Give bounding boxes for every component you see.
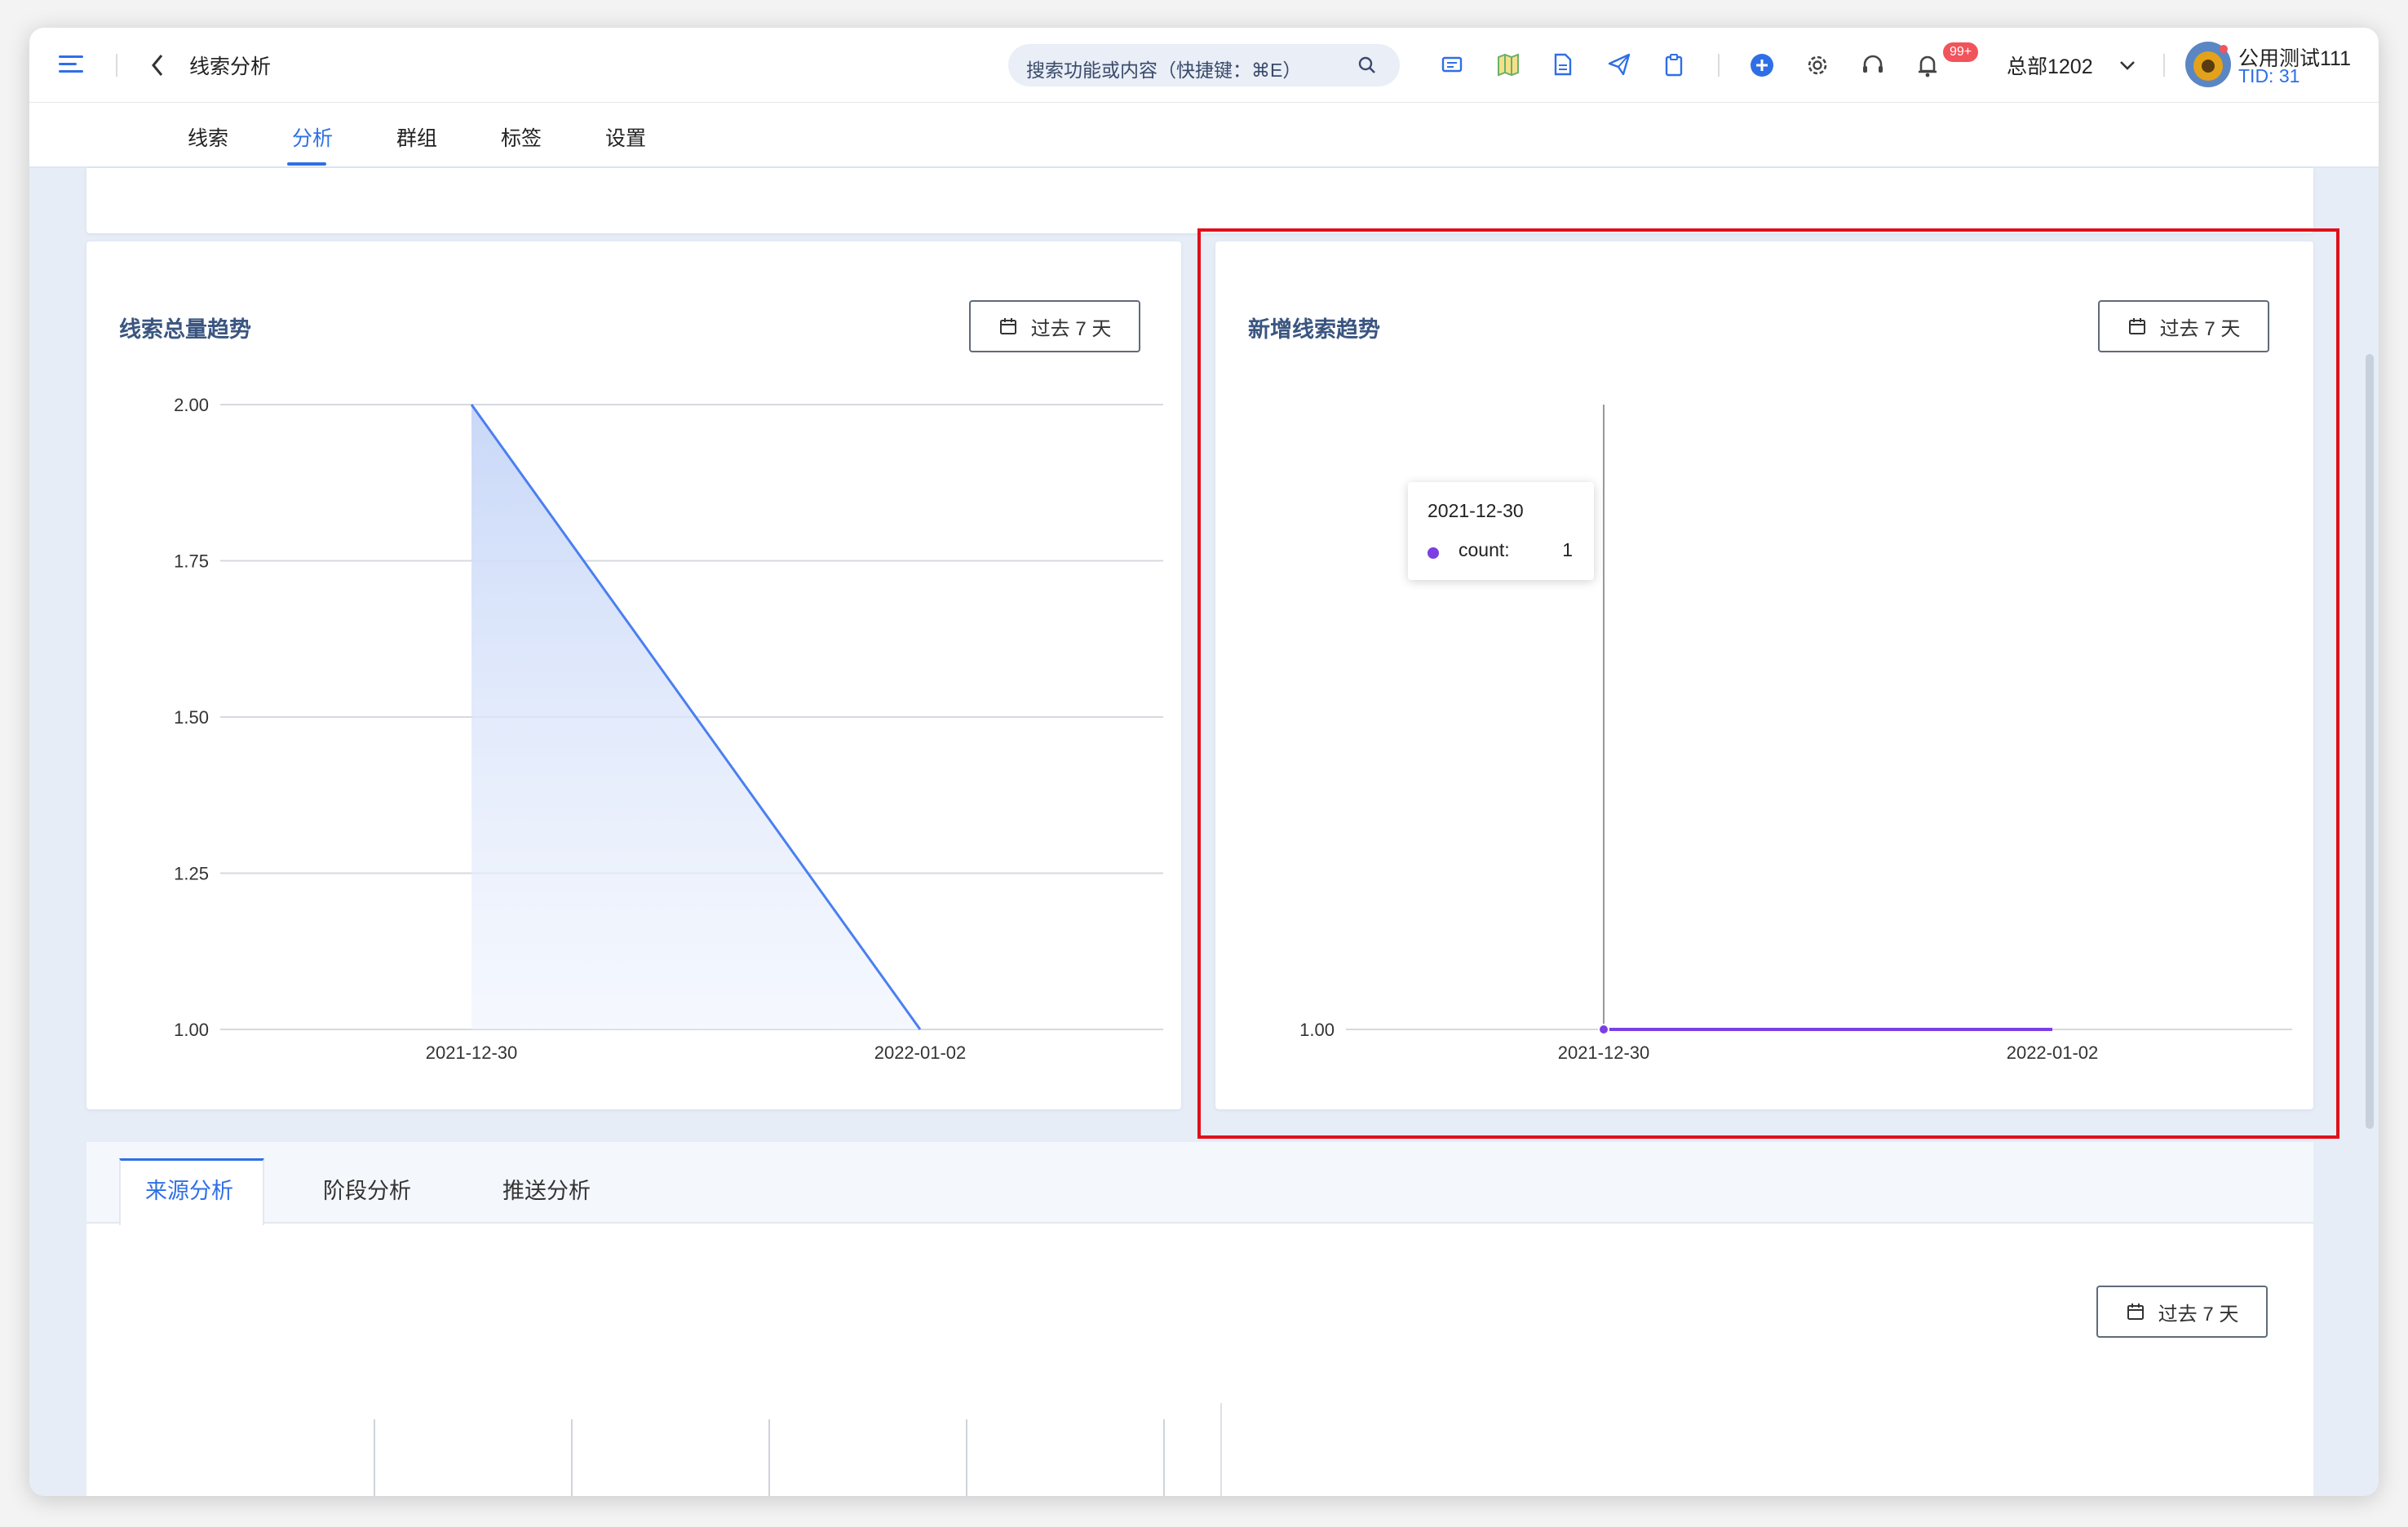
analysis-panel: 来源分析 阶段分析 推送分析 过去 7 天 — [86, 1142, 2313, 1496]
y-tick-label: 1.50 — [174, 707, 209, 728]
gear-icon[interactable] — [1804, 52, 1830, 78]
chart-gridline — [768, 1419, 770, 1496]
back-icon[interactable] — [148, 52, 166, 78]
active-tab-indicator — [287, 162, 326, 166]
x-tick-label: 2021-12-30 — [426, 1042, 518, 1063]
tabs-bar — [29, 103, 2379, 168]
clipboard-icon[interactable] — [1662, 52, 1685, 77]
chart-gridline — [966, 1419, 967, 1496]
headset-icon[interactable] — [1860, 52, 1886, 78]
tab-stage-analysis[interactable]: 阶段分析 — [323, 1173, 411, 1205]
send-icon[interactable] — [1607, 52, 1631, 77]
add-icon[interactable] — [1749, 52, 1775, 78]
chart-gridline — [1163, 1419, 1165, 1496]
search-icon — [1358, 56, 1375, 73]
analysis-tabs — [86, 1142, 2313, 1224]
chevron-down-icon[interactable] — [2118, 55, 2137, 75]
top-bar: 线索分析 搜索功能或内容（快捷键：⌘E） 99+ 总部1202 公用测试111 … — [29, 28, 2379, 103]
date-range-button[interactable]: 过去 7 天 — [2096, 1286, 2268, 1338]
map-icon[interactable] — [1496, 52, 1520, 77]
avatar[interactable] — [2184, 41, 2232, 88]
message-icon[interactable] — [1441, 54, 1463, 77]
tab-tags[interactable]: 标签 — [501, 122, 542, 152]
calendar-icon — [2127, 1303, 2144, 1320]
tab-analysis[interactable]: 分析 — [292, 122, 333, 152]
divider — [116, 54, 117, 77]
menu-icon[interactable] — [59, 54, 83, 75]
user-tid: TID: 31 — [2238, 65, 2300, 86]
org-selector[interactable]: 总部1202 — [2007, 51, 2093, 80]
tab-push-analysis[interactable]: 推送分析 — [502, 1173, 591, 1205]
bell-icon[interactable] — [1915, 52, 1940, 78]
highlight-box — [1197, 228, 2339, 1139]
search-input[interactable]: 搜索功能或内容（快捷键：⌘E） — [1008, 44, 1400, 86]
y-tick-label: 2.00 — [174, 395, 209, 415]
total-trend-chart: 1.00 1.25 1.50 1.75 2.00 2021-12-30 2022-01-02 — [174, 395, 1163, 1063]
tab-settings[interactable]: 设置 — [605, 122, 646, 152]
divider — [2163, 54, 2165, 77]
summary-card — [86, 168, 2313, 233]
divider — [1718, 54, 1720, 77]
scrollbar[interactable] — [2366, 354, 2374, 1129]
notification-badge: 99+ — [1943, 42, 1979, 62]
chart-divider — [1220, 1403, 1222, 1496]
chart-gridline — [571, 1419, 573, 1496]
y-tick-label: 1.75 — [174, 551, 209, 572]
total-trend-card: 线索总量趋势 过去 7 天 1.00 1.25 1.50 1.75 2.00 2021-1… — [86, 241, 1181, 1109]
chart-gridline — [374, 1419, 375, 1496]
app-window: 线索分析 搜索功能或内容（快捷键：⌘E） 99+ 总部1202 公用测试111 … — [29, 28, 2379, 1496]
x-tick-label: 2022-01-02 — [874, 1042, 967, 1063]
date-range-label: 过去 7 天 — [2158, 1303, 2239, 1326]
y-tick-label: 1.00 — [174, 1020, 209, 1040]
document-icon[interactable] — [1551, 52, 1574, 77]
search-placeholder: 搜索功能或内容（快捷键：⌘E） — [1026, 60, 1302, 81]
page-title: 线索分析 — [189, 55, 272, 78]
tab-groups[interactable]: 群组 — [396, 122, 437, 152]
y-tick-label: 1.25 — [174, 864, 209, 884]
tab-source-analysis[interactable]: 来源分析 — [145, 1173, 233, 1205]
tab-leads[interactable]: 线索 — [188, 122, 228, 152]
